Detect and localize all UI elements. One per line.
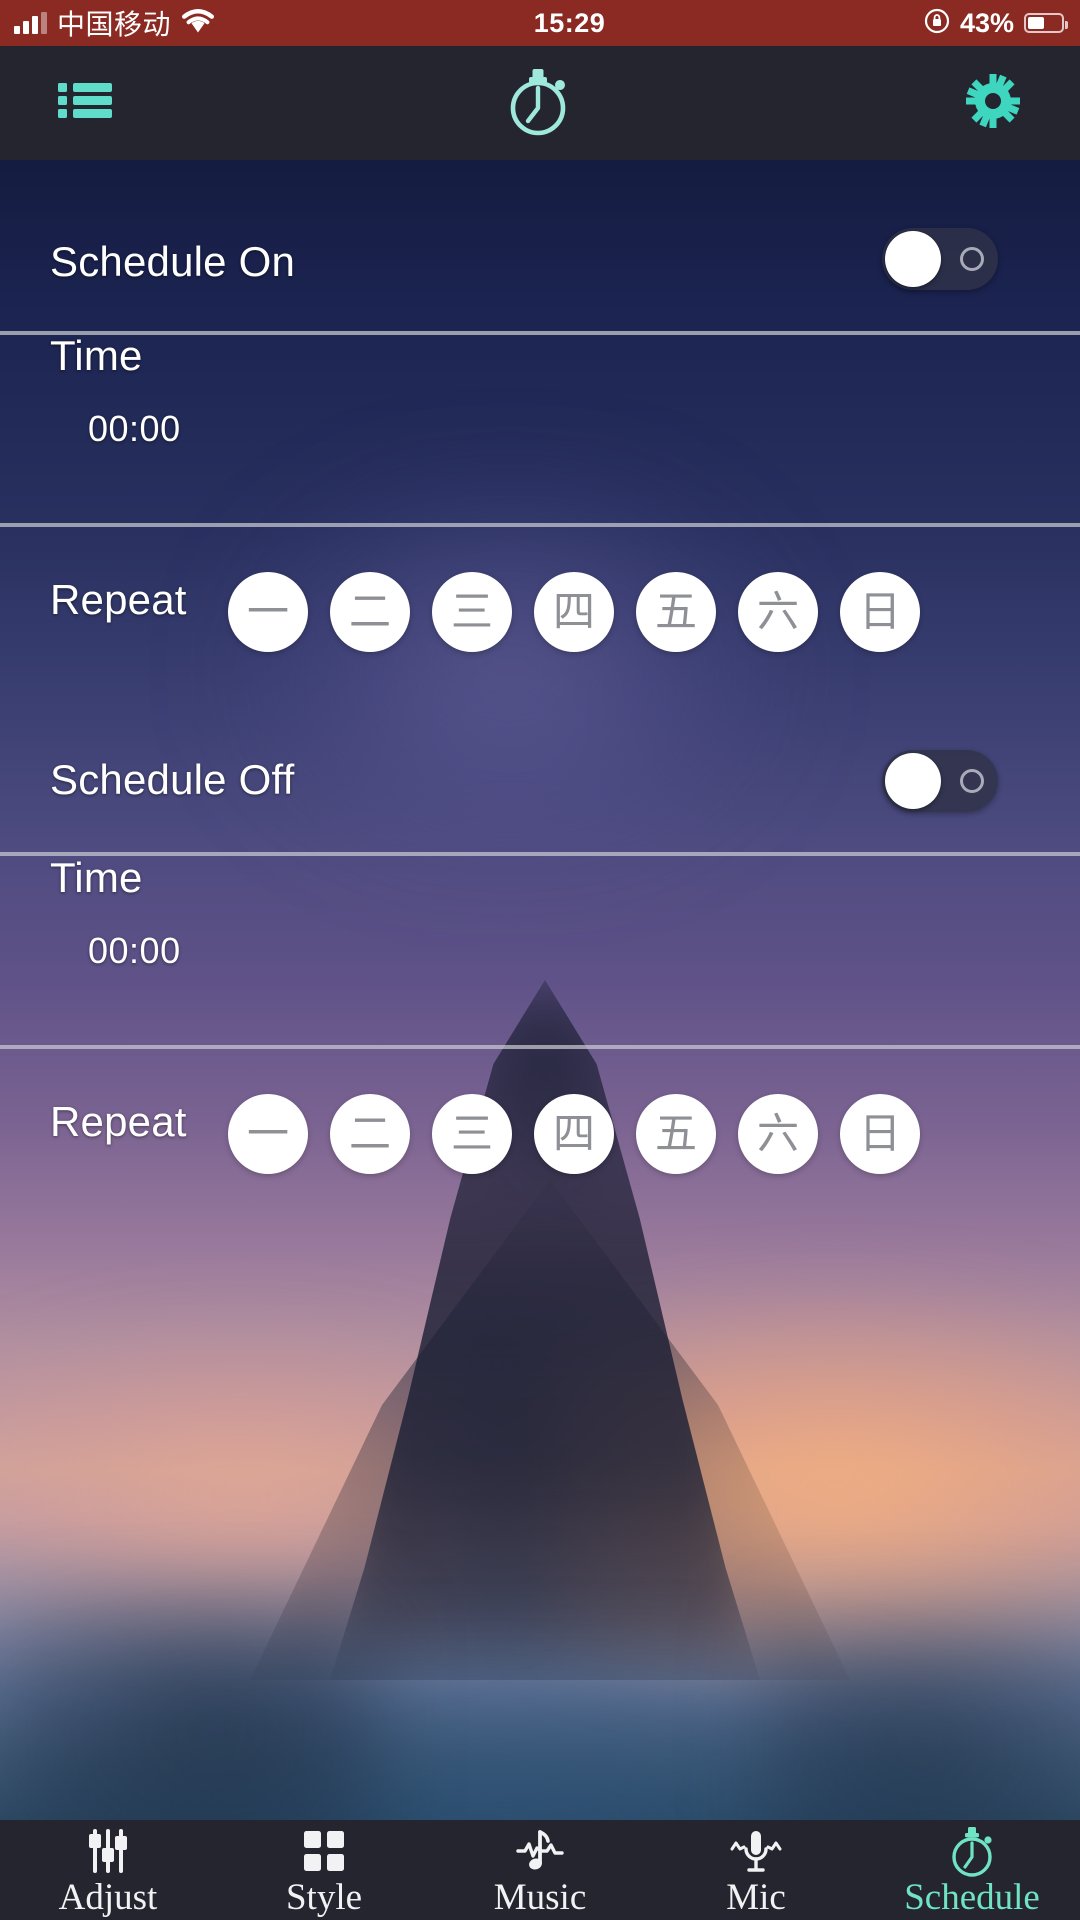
schedule-off-time-value[interactable]: 00:00 (88, 930, 181, 972)
schedule-off-repeat-label: Repeat (50, 1098, 187, 1145)
battery-icon (1024, 13, 1068, 33)
music-note-icon (514, 1825, 566, 1877)
rotation-lock-icon (924, 8, 950, 39)
schedule-on-label: Schedule On (50, 238, 296, 285)
day-toggle-tuesday[interactable]: 二 (330, 1094, 410, 1174)
day-toggle-sunday[interactable]: 日 (840, 572, 920, 652)
schedule-off-time-label: Time (50, 854, 143, 901)
tab-style[interactable]: Style (216, 1820, 432, 1920)
day-toggle-saturday[interactable]: 六 (738, 572, 818, 652)
tab-mic[interactable]: Mic (648, 1820, 864, 1920)
status-bar-left: 中国移动 (0, 3, 215, 43)
grid-icon (302, 1825, 346, 1877)
schedule-off-label: Schedule Off (50, 756, 295, 803)
tab-label: Music (493, 1876, 587, 1918)
battery-percent: 43% (959, 7, 1014, 38)
day-toggle-tuesday[interactable]: 二 (330, 572, 410, 652)
divider (0, 1045, 1080, 1049)
tab-music[interactable]: Music (432, 1820, 648, 1920)
toggle-off-indicator (960, 247, 984, 271)
day-toggle-wednesday[interactable]: 三 (432, 1094, 512, 1174)
bottom-tab-bar: Adjust Style Music Mic Schedule (0, 1820, 1080, 1920)
tab-label: Mic (726, 1876, 786, 1918)
tab-schedule[interactable]: Schedule (864, 1820, 1080, 1920)
gear-icon[interactable] (965, 73, 1020, 133)
stopwatch-icon[interactable] (505, 63, 571, 144)
wifi-icon (181, 8, 215, 39)
tab-label: Schedule (904, 1876, 1040, 1918)
divider (0, 852, 1080, 856)
divider (0, 523, 1080, 527)
toggle-knob (885, 231, 941, 287)
microphone-icon (728, 1825, 784, 1877)
list-icon[interactable] (56, 78, 114, 129)
schedule-on-day-list: 一二三四五六日 (228, 572, 920, 652)
sliders-icon (84, 1825, 132, 1877)
day-toggle-friday[interactable]: 五 (636, 1094, 716, 1174)
status-bar: 中国移动 15:29 43% (0, 0, 1080, 46)
tab-label: Adjust (58, 1876, 158, 1918)
schedule-panel: Schedule On Time 00:00 Repeat 一二三四五六日 Sc… (0, 160, 1080, 1820)
top-nav-bar (0, 46, 1080, 160)
day-toggle-thursday[interactable]: 四 (534, 1094, 614, 1174)
day-toggle-friday[interactable]: 五 (636, 572, 716, 652)
day-toggle-monday[interactable]: 一 (228, 572, 308, 652)
status-bar-right: 43% (924, 8, 1080, 39)
signal-bars-icon (14, 12, 47, 34)
schedule-on-toggle[interactable] (882, 228, 998, 290)
nav-right-slot (699, 73, 1080, 133)
day-toggle-sunday[interactable]: 日 (840, 1094, 920, 1174)
tab-adjust[interactable]: Adjust (0, 1820, 216, 1920)
status-bar-clock: 15:29 (533, 7, 606, 38)
toggle-knob (885, 753, 941, 809)
schedule-off-toggle[interactable] (882, 750, 998, 812)
schedule-on-repeat-label: Repeat (50, 576, 187, 623)
schedule-on-time-label: Time (50, 332, 143, 379)
day-toggle-monday[interactable]: 一 (228, 1094, 308, 1174)
day-toggle-wednesday[interactable]: 三 (432, 572, 512, 652)
day-toggle-thursday[interactable]: 四 (534, 572, 614, 652)
divider (0, 331, 1080, 335)
schedule-on-time-value[interactable]: 00:00 (88, 408, 181, 450)
stopwatch-icon (947, 1825, 997, 1877)
toggle-off-indicator (960, 769, 984, 793)
day-toggle-saturday[interactable]: 六 (738, 1094, 818, 1174)
carrier-name: 中国移动 (57, 9, 172, 40)
tab-label: Style (285, 1876, 363, 1918)
nav-left-slot (0, 78, 377, 129)
nav-center-slot (377, 63, 698, 144)
schedule-off-day-list: 一二三四五六日 (228, 1094, 920, 1174)
